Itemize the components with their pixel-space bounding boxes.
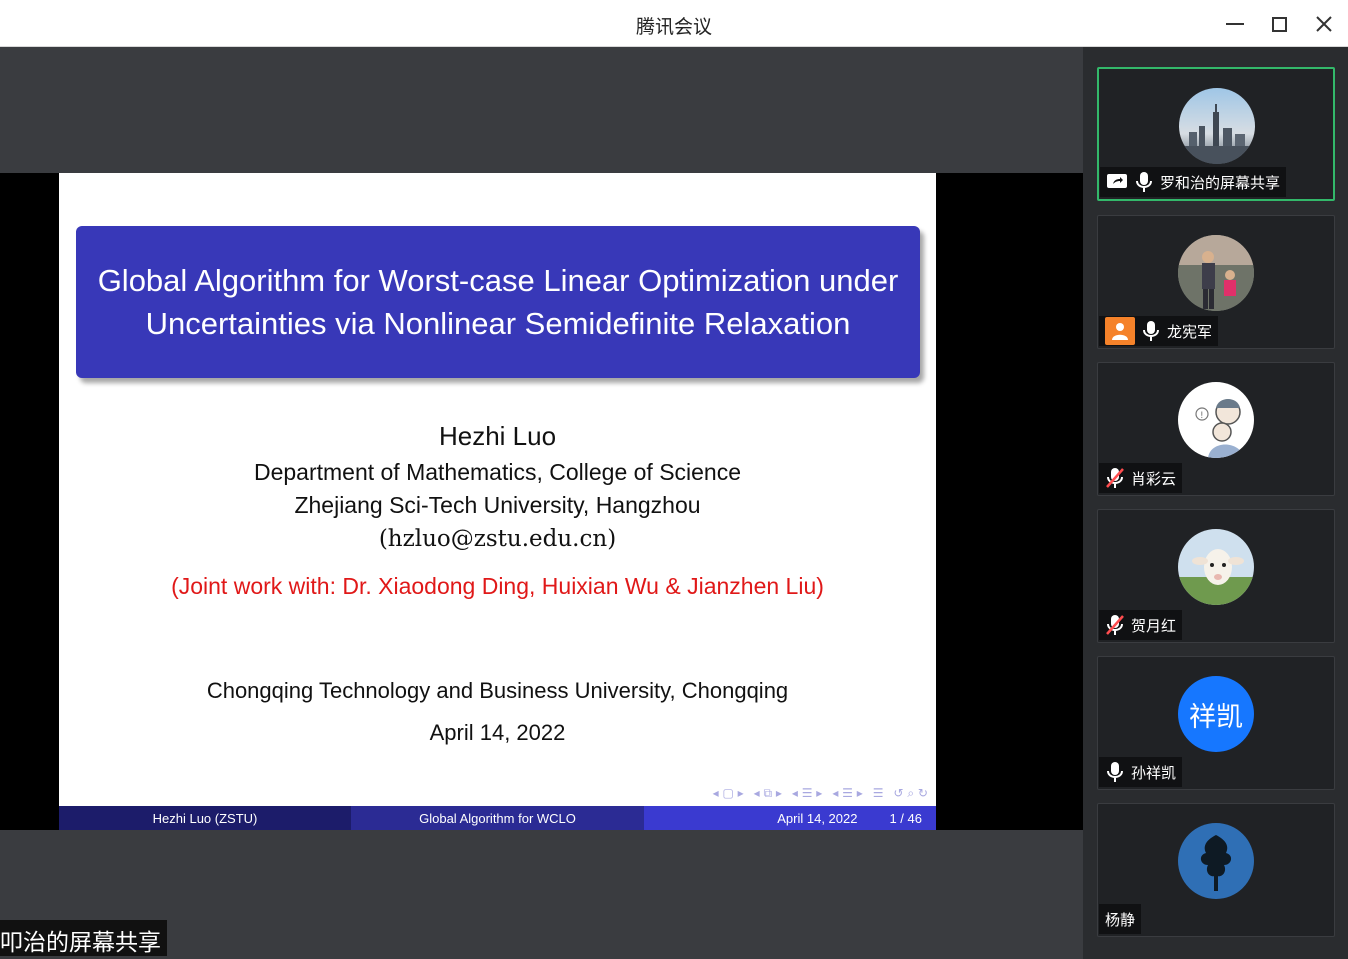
participant-name: 肖彩云 bbox=[1131, 469, 1177, 488]
minimize-icon bbox=[1226, 23, 1244, 25]
slide-date: April 14, 2022 bbox=[429, 720, 566, 745]
window-title: 腾讯会议 bbox=[635, 16, 712, 38]
family-photo-avatar bbox=[1178, 235, 1254, 311]
participant-name: 贺月红 bbox=[1131, 616, 1177, 635]
maximize-icon bbox=[1271, 16, 1287, 32]
slide-email: (hzluo@zstu.edu.cn) bbox=[378, 526, 617, 552]
footer-title: Global Algorithm for WCLO bbox=[351, 806, 644, 830]
screen-share-icon bbox=[1106, 172, 1128, 192]
close-icon bbox=[1316, 16, 1332, 32]
participant-name-bar: 龙宪军 bbox=[1099, 316, 1219, 346]
participant-name: 罗和治的屏幕共享 bbox=[1160, 173, 1281, 192]
nav-subsection-icon: ◂ ⧉ ▸ bbox=[753, 786, 782, 800]
participant-name-bar: 罗和治的屏幕共享 bbox=[1100, 167, 1287, 197]
nav-doc-icon: ◂ ☰ ▸ bbox=[832, 786, 863, 800]
city-skyline-avatar bbox=[1179, 88, 1255, 164]
minimize-button[interactable] bbox=[1219, 8, 1251, 40]
slide-joint-work: (Joint work with: Dr. Xiaodong Ding, Hui… bbox=[171, 573, 824, 599]
slide-author: Hezhi Luo bbox=[438, 421, 557, 451]
close-button[interactable] bbox=[1308, 8, 1340, 40]
maximize-button[interactable] bbox=[1263, 8, 1295, 40]
nav-toc-icon: ☰ bbox=[872, 786, 884, 800]
slide-title: Global Algorithm for Worst-case Linear O… bbox=[97, 263, 899, 341]
main-stage: Global Algorithm for Worst-case Linear O… bbox=[0, 47, 1083, 959]
meeting-window: 腾讯会议 Global Algorithm for Worst-case Lin… bbox=[0, 0, 1348, 959]
slide-university: Zhejiang Sci-Tech University, Hangzhou bbox=[294, 492, 701, 518]
presentation-slide: Global Algorithm for Worst-case Linear O… bbox=[59, 173, 936, 830]
microphone-icon bbox=[1105, 761, 1125, 783]
text-avatar: 祥凯 bbox=[1178, 676, 1254, 752]
shared-screen[interactable]: Global Algorithm for Worst-case Linear O… bbox=[0, 173, 1083, 830]
participant-name: 杨静 bbox=[1105, 910, 1136, 929]
participant-tile[interactable]: ! 肖彩云 bbox=[1097, 362, 1335, 496]
host-person-icon bbox=[1105, 317, 1135, 345]
lamb-photo-avatar bbox=[1178, 529, 1254, 605]
participant-name-bar: 肖彩云 bbox=[1099, 463, 1183, 493]
footer-right: April 14, 2022 1 / 46 bbox=[644, 806, 936, 830]
participant-tile[interactable]: 杨静 bbox=[1097, 803, 1335, 937]
cartoon-avatar: ! bbox=[1178, 382, 1254, 458]
beamer-navigation-icons: ◂ ▢ ▸ ◂ ⧉ ▸ ◂ ☰ ▸ ◂ ☰ ▸ ☰ ↺ ⌕ ↻ bbox=[713, 786, 928, 801]
participant-name-bar: 贺月红 bbox=[1099, 610, 1183, 640]
slide-department: Department of Mathematics, College of Sc… bbox=[253, 459, 742, 485]
title-bar: 腾讯会议 bbox=[0, 0, 1348, 47]
participant-tile[interactable]: 贺月红 bbox=[1097, 509, 1335, 643]
participant-name: 孙祥凯 bbox=[1131, 763, 1177, 782]
slide-title-box: Global Algorithm for Worst-case Linear O… bbox=[76, 226, 920, 378]
slide-footer: Hezhi Luo (ZSTU) Global Algorithm for WC… bbox=[59, 806, 936, 830]
participant-tile[interactable]: 龙宪军 bbox=[1097, 215, 1335, 349]
participant-sidebar: 罗和治的屏幕共享 龙宪军 ! 肖彩云 贺月红 祥凯 孙祥凯 杨静 bbox=[1083, 47, 1348, 959]
nav-frame-icon: ◂ ▢ ▸ bbox=[712, 786, 744, 800]
microphone-icon bbox=[1141, 320, 1161, 342]
participant-name-bar: 杨静 bbox=[1099, 904, 1142, 934]
footer-author: Hezhi Luo (ZSTU) bbox=[59, 806, 351, 830]
slide-venue: Chongqing Technology and Business Univer… bbox=[206, 678, 789, 703]
microphone-icon bbox=[1134, 171, 1154, 193]
participant-tile[interactable]: 祥凯 孙祥凯 bbox=[1097, 656, 1335, 790]
tree-logo-avatar bbox=[1178, 823, 1254, 899]
nav-section-icon: ◂ ☰ ▸ bbox=[791, 786, 823, 800]
footer-date: April 14, 2022 bbox=[777, 810, 858, 826]
avatar-initials: 祥凯 bbox=[1189, 701, 1243, 733]
share-caption: 叩治的屏幕共享 bbox=[0, 920, 167, 956]
footer-page: 1 / 46 bbox=[889, 810, 922, 826]
microphone-muted-icon bbox=[1105, 467, 1125, 489]
participant-name-bar: 孙祥凯 bbox=[1099, 757, 1183, 787]
microphone-muted-icon bbox=[1105, 614, 1125, 636]
nav-search-icon: ↺ ⌕ ↻ bbox=[893, 786, 928, 800]
participant-name: 龙宪军 bbox=[1167, 322, 1213, 341]
svg-text:!: ! bbox=[1200, 411, 1204, 421]
participant-tile[interactable]: 罗和治的屏幕共享 bbox=[1097, 67, 1335, 201]
